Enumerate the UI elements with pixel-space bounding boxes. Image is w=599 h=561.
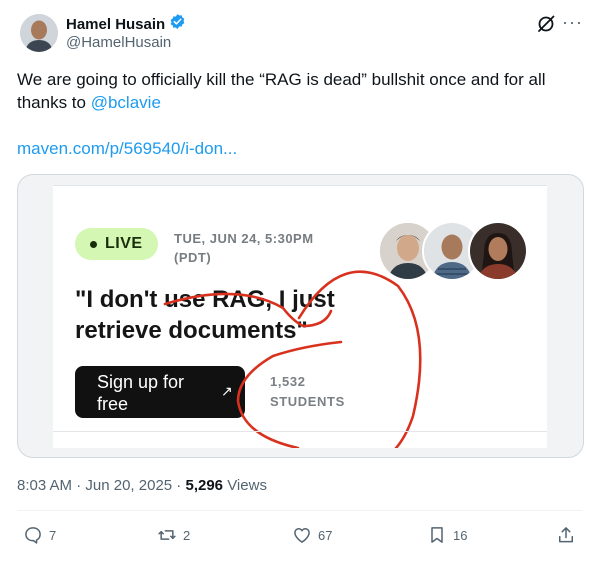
external-link[interactable]: maven.com/p/569540/i-don... [17,139,237,159]
tweet-date[interactable]: Jun 20, 2025 [85,477,172,494]
verified-badge-icon [169,13,186,35]
author-handle[interactable]: @HamelHusain [66,34,171,51]
repost-button[interactable]: 2 [157,525,190,545]
signup-label: Sign up for free [97,372,185,414]
meta-separator-2: · [172,477,186,494]
link-card[interactable]: LIVE TUE, JUN 24, 5:30PM (PDT) "I don't … [17,174,584,458]
share-icon [559,527,573,543]
card-content: LIVE TUE, JUN 24, 5:30PM (PDT) "I don't … [53,185,547,448]
card-headline: "I don't use RAG, I just retrieve docume… [75,286,335,344]
actions-divider [17,510,582,511]
event-date: TUE, JUN 24, 5:30PM (PDT) [174,229,344,267]
live-dot-icon [90,240,97,248]
student-count: 1,532 STUDENTS [270,372,345,412]
arrow-icon: ↗ [221,383,233,399]
author-name-row[interactable]: Hamel Husain [66,13,186,35]
reply-count: 7 [49,527,57,543]
student-count-value: 1,532 [270,374,306,389]
like-button[interactable]: 67 [292,525,332,545]
mention-link[interactable]: @bclavie [91,93,161,112]
reply-button[interactable]: 7 [23,525,56,545]
views-count: 5,296 [185,477,224,494]
live-badge: LIVE [75,228,158,260]
student-count-label: STUDENTS [270,394,345,409]
action-bar: 7 2 67 16 [17,522,582,552]
meta-separator: · [72,477,86,494]
share-button[interactable] [556,525,576,545]
tweet-time[interactable]: 8:03 AM [17,477,72,494]
event-date-line2: (PDT) [174,250,212,265]
reply-icon [25,527,41,544]
card-divider [53,431,547,432]
bookmark-button[interactable]: 16 [427,525,467,545]
speaker-avatar-3 [468,221,528,281]
grok-icon[interactable] [536,14,556,34]
signup-button[interactable]: Sign up for free ↗ [75,366,245,418]
repost-count: 2 [183,527,191,543]
event-date-line1: TUE, JUN 24, 5:30PM [174,231,314,246]
live-label: LIVE [105,235,143,252]
bookmark-count: 16 [453,527,468,543]
more-icon[interactable]: ··· [562,12,583,33]
tweet-meta: 8:03 AM · Jun 20, 2025 · 5,296 Views [17,477,267,494]
like-count: 67 [318,527,333,543]
bookmark-icon [431,527,443,543]
author-name[interactable]: Hamel Husain [66,16,165,33]
author-avatar[interactable] [20,14,58,52]
tweet-text: We are going to officially kill the “RAG… [17,68,582,114]
like-icon [294,528,310,543]
repost-icon [158,530,176,540]
views-label: Views [223,477,267,494]
